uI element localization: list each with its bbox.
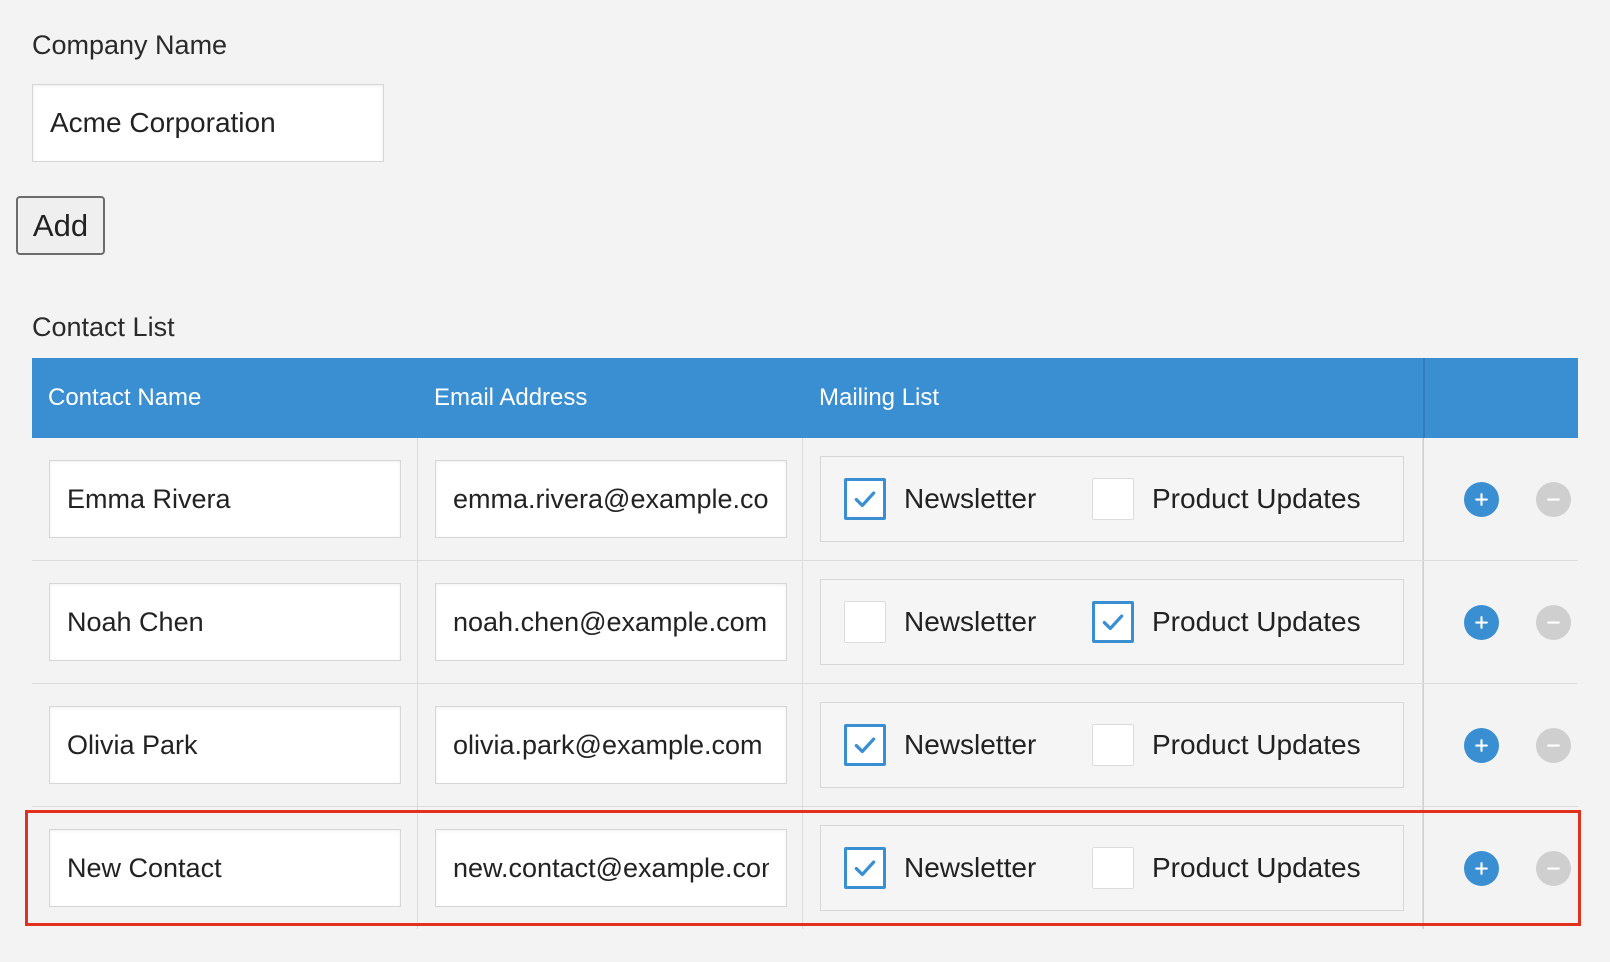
grid-header: Contact Name Email Address Mailing List (32, 358, 1578, 438)
contact-name-cell (32, 684, 418, 806)
add-row-button[interactable] (1464, 728, 1499, 763)
column-header-mailing-list: Mailing List (819, 384, 940, 411)
table-row: Newsletter Product Updates (32, 684, 1578, 807)
form-page: Company Name Add Contact List Contact Na… (0, 0, 1610, 962)
newsletter-checkbox[interactable] (844, 847, 886, 889)
email-cell (418, 438, 803, 560)
table-row: Newsletter Product Updates (32, 561, 1578, 684)
mailing-list-cell: Newsletter Product Updates (803, 438, 1423, 560)
remove-row-button[interactable] (1536, 851, 1571, 886)
minus-circle-icon (1545, 737, 1562, 754)
newsletter-label: Newsletter (904, 606, 1037, 637)
email-cell (418, 684, 803, 806)
contact-grid: Contact Name Email Address Mailing List … (32, 358, 1578, 929)
newsletter-label: Newsletter (904, 852, 1037, 883)
add-row-button[interactable] (1464, 482, 1499, 517)
mailing-list-cell: Newsletter Product Updates (803, 561, 1423, 683)
product-updates-label: Product Updates (1152, 729, 1361, 760)
add-row-button[interactable] (1464, 851, 1499, 886)
contact-name-input[interactable] (49, 583, 401, 661)
newsletter-checkbox[interactable] (844, 478, 886, 520)
mailing-list-group: Newsletter Product Updates (820, 702, 1404, 788)
product-updates-label: Product Updates (1152, 483, 1361, 514)
contact-name-input[interactable] (49, 706, 401, 784)
plus-circle-icon (1473, 737, 1490, 754)
contact-name-cell (32, 438, 418, 560)
contact-name-input[interactable] (49, 460, 401, 538)
table-row: Newsletter Product Updates (32, 807, 1578, 929)
company-name-input[interactable] (32, 84, 384, 162)
row-actions-cell (1423, 807, 1578, 929)
contact-name-cell (32, 807, 418, 929)
add-button[interactable]: Add (16, 196, 105, 255)
remove-row-button[interactable] (1536, 482, 1571, 517)
row-actions-cell (1423, 684, 1578, 806)
email-input[interactable] (435, 583, 787, 661)
product-updates-checkbox[interactable] (1092, 724, 1134, 766)
column-header-contact-name: Contact Name (48, 384, 202, 411)
company-name-label: Company Name (32, 30, 228, 60)
product-updates-checkbox[interactable] (1092, 478, 1134, 520)
newsletter-checkbox[interactable] (844, 601, 886, 643)
mailing-list-cell: Newsletter Product Updates (803, 807, 1423, 929)
column-header-email-address: Email Address (434, 384, 588, 411)
mailing-list-group: Newsletter Product Updates (820, 825, 1404, 911)
plus-circle-icon (1473, 491, 1490, 508)
add-row-button[interactable] (1464, 605, 1499, 640)
checkmark-icon (1100, 609, 1126, 635)
product-updates-label: Product Updates (1152, 852, 1361, 883)
mailing-list-group: Newsletter Product Updates (820, 456, 1404, 542)
contact-list-label: Contact List (32, 312, 175, 342)
table-row: Newsletter Product Updates (32, 438, 1578, 561)
mailing-list-group: Newsletter Product Updates (820, 579, 1404, 665)
grid-body: Newsletter Product Updates (32, 438, 1578, 929)
newsletter-checkbox[interactable] (844, 724, 886, 766)
mailing-list-cell: Newsletter Product Updates (803, 684, 1423, 806)
product-updates-checkbox[interactable] (1092, 847, 1134, 889)
email-input[interactable] (435, 460, 787, 538)
email-cell (418, 561, 803, 683)
newsletter-label: Newsletter (904, 729, 1037, 760)
contact-name-input[interactable] (49, 829, 401, 907)
checkmark-icon (852, 732, 878, 758)
remove-row-button[interactable] (1536, 728, 1571, 763)
plus-circle-icon (1473, 614, 1490, 631)
checkmark-icon (852, 486, 878, 512)
minus-circle-icon (1545, 491, 1562, 508)
remove-row-button[interactable] (1536, 605, 1571, 640)
row-actions-cell (1423, 561, 1578, 683)
email-input[interactable] (435, 829, 787, 907)
newsletter-label: Newsletter (904, 483, 1037, 514)
product-updates-label: Product Updates (1152, 606, 1361, 637)
email-input[interactable] (435, 706, 787, 784)
plus-circle-icon (1473, 860, 1490, 877)
contact-name-cell (32, 561, 418, 683)
column-header-actions (1423, 358, 1578, 438)
product-updates-checkbox[interactable] (1092, 601, 1134, 643)
minus-circle-icon (1545, 860, 1562, 877)
email-cell (418, 807, 803, 929)
checkmark-icon (852, 855, 878, 881)
row-actions-cell (1423, 438, 1578, 560)
minus-circle-icon (1545, 614, 1562, 631)
